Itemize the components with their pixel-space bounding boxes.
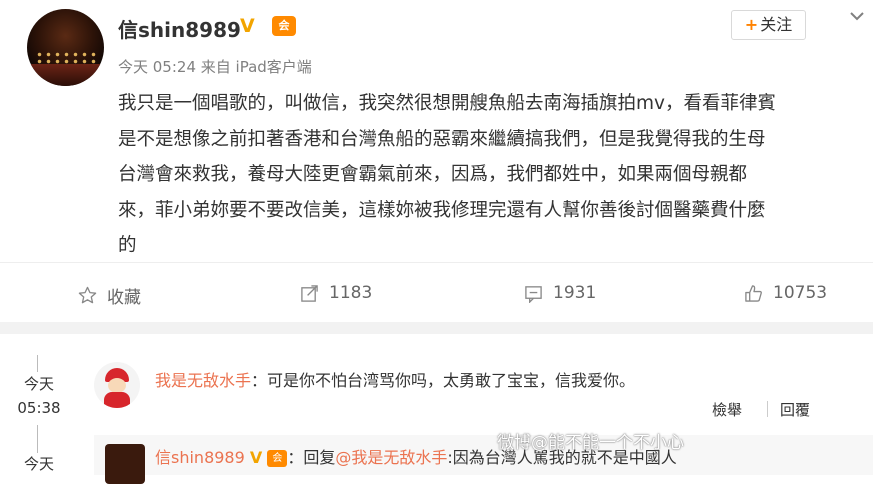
- divider: [767, 401, 768, 417]
- comment-time-clock: 05:38: [17, 399, 61, 417]
- avatar-body: [104, 392, 130, 408]
- user-avatar[interactable]: [27, 9, 104, 86]
- username[interactable]: 信shin8989: [118, 14, 241, 43]
- timeline-line: [37, 425, 38, 453]
- avatar-face: [108, 378, 126, 393]
- avatar-crowd: [27, 64, 104, 86]
- favorite-label: 收藏: [107, 288, 141, 308]
- reply-button[interactable]: 回覆: [780, 399, 810, 420]
- vip-member-icon[interactable]: 会: [272, 16, 296, 36]
- comment-list: 今天 05:38 今天 我是无敌水手：可是你不怕台湾骂你吗，太勇敢了宝宝，信我爱…: [0, 334, 873, 484]
- section-separator: [0, 322, 873, 334]
- follow-button[interactable]: + 关注: [731, 10, 806, 40]
- star-icon: [78, 286, 97, 304]
- weibo-post: 信shin8989 V 会 今天 05:24 来自 iPad客户端 + 关注 我只…: [0, 0, 873, 262]
- replier-name[interactable]: 信shin8989: [155, 448, 245, 467]
- post-content: 我只是一個唱歌的，叫做信，我突然很想開艘魚船去南海插旗拍mv，看看菲律賓 是不是…: [118, 86, 850, 264]
- content-line: 來，菲小弟妳要不要改信美，這樣妳被我修理完還有人幫你善後討個醫藥費什麼: [118, 199, 766, 221]
- content-line: 台灣會來救我，養母大陸更會霸氣前來，因爲，我們都姓中，如果兩個母親都: [118, 164, 748, 185]
- favorite-button[interactable]: 收藏: [78, 283, 141, 308]
- like-button[interactable]: 10753: [744, 283, 827, 303]
- repost-count: 1183: [329, 283, 373, 303]
- action-bar: 收藏 1183 1931 10753: [0, 262, 873, 323]
- chevron-down-icon[interactable]: [849, 8, 865, 24]
- post-meta: 今天 05:24 来自 iPad客户端: [118, 58, 312, 76]
- timeline-line: [37, 355, 38, 372]
- content-line: 我只是一個唱歌的，叫做信，我突然很想開艘魚船去南海插旗拍mv，看看菲律賓: [118, 93, 776, 114]
- comment-time-day: 今天: [23, 375, 54, 393]
- report-button[interactable]: 檢舉: [712, 399, 742, 420]
- watermark: 微博@能不能一个不小心: [497, 433, 684, 453]
- reply-prefix: ：回复: [287, 448, 336, 467]
- like-count: 10753: [773, 283, 828, 303]
- repost-icon: [301, 284, 318, 302]
- comment-item: 我是无敌水手：可是你不怕台湾骂你吗，太勇敢了宝宝，信我爱你。: [155, 367, 635, 391]
- commenter-name[interactable]: 我是无敌水手: [155, 371, 251, 390]
- comment-text: ：可是你不怕台湾骂你吗，太勇敢了宝宝，信我爱你。: [251, 371, 636, 390]
- content-line: 是不是想像之前扣著香港和台灣魚船的惡霸來繼續搞我們，但是我覺得我的生母: [118, 128, 766, 150]
- mention-link[interactable]: @我是无敌水手: [335, 448, 447, 467]
- comment-time-day: 今天: [23, 455, 54, 473]
- verified-icon: V: [240, 15, 255, 37]
- comment-icon: [525, 285, 542, 303]
- verified-icon: V: [249, 448, 263, 467]
- vip-member-icon: 会: [267, 450, 288, 467]
- commenter-avatar[interactable]: [94, 362, 140, 408]
- replier-avatar[interactable]: [105, 444, 145, 484]
- follow-label: 关注: [760, 15, 793, 34]
- content-line: 的: [118, 235, 137, 256]
- repost-button[interactable]: 1183: [300, 283, 372, 303]
- comment-count: 1931: [553, 283, 597, 303]
- plus-icon: +: [744, 15, 759, 34]
- comment-button[interactable]: 1931: [524, 283, 596, 303]
- thumbs-up-icon: [745, 284, 762, 302]
